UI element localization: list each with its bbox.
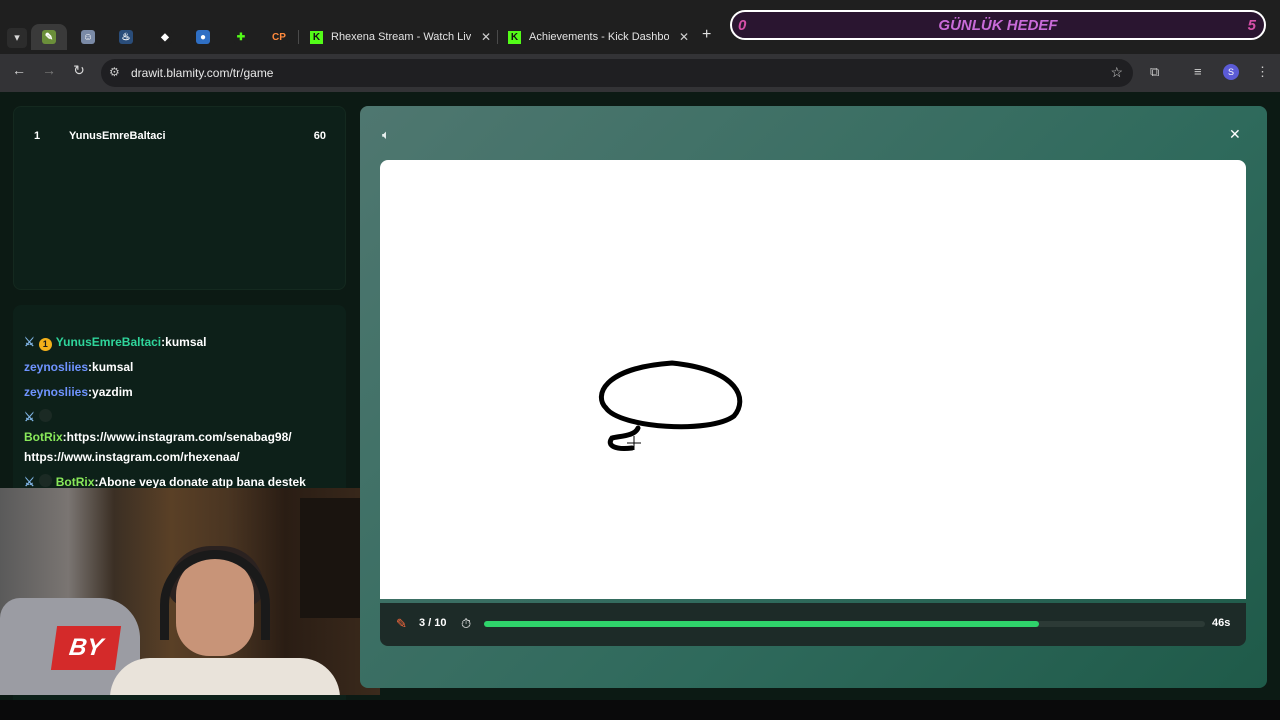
bot-badge-icon — [38, 474, 52, 487]
chat-username[interactable]: zeynosliies — [24, 360, 88, 374]
tab-achievements[interactable]: K Achievements - Kick Dashboard ✕ — [508, 24, 692, 50]
time-progress-bar — [484, 621, 1205, 627]
robot-icon: ● — [196, 30, 210, 44]
moderator-sword-icon: ⚔ — [24, 410, 35, 424]
new-tab-icon[interactable]: + — [702, 26, 711, 44]
leaderboard-rank: 1 — [34, 130, 41, 142]
stopwatch-icon: ⏱︎ — [461, 616, 472, 631]
webcam-overlay: BY — [0, 488, 380, 695]
drawing-strokes — [598, 360, 743, 451]
chat-link[interactable]: https://www.instagram.com/rhexenaa/ — [24, 450, 240, 464]
steam-icon: ♨ — [119, 30, 133, 44]
round-counter: 3 / 10 — [419, 617, 447, 629]
chat-message: BotRix:https://www.instagram.com/senabag… — [24, 427, 292, 467]
time-left: 46s — [1212, 617, 1231, 629]
reload-icon[interactable]: ↻ — [69, 62, 89, 79]
chat-username[interactable]: YunusEmreBaltaci — [56, 335, 161, 349]
tab-divider — [298, 30, 299, 44]
chat-text: Abone veya donate atıp bana destek — [98, 475, 306, 489]
pinned-tab-4[interactable]: ◆ — [147, 24, 183, 50]
bot-badge-icon — [38, 409, 52, 422]
site-info-icon[interactable]: ⚙ — [109, 65, 120, 79]
bookmark-star-icon[interactable]: ☆ — [1110, 64, 1123, 81]
cp-icon: CP — [270, 30, 288, 44]
close-icon[interactable]: ✕ — [1229, 126, 1241, 143]
address-bar[interactable]: ⚙ drawit.blamity.com/tr/game ☆ — [101, 59, 1133, 87]
chat-link[interactable]: https://www.instagram.com/senabag98/ — [67, 430, 292, 444]
close-tab-icon[interactable]: ✕ — [679, 30, 689, 44]
rank-badge: 1 — [38, 338, 52, 351]
media-control-icon[interactable]: ≡ — [1194, 64, 1202, 79]
chat-text: kumsal — [92, 360, 134, 374]
leaderboard-name: YunusEmreBaltaci — [69, 130, 166, 142]
leaderboard-panel: 1 YunusEmreBaltaci 60 — [13, 106, 346, 290]
menu-icon[interactable]: ⋮ — [1256, 64, 1269, 80]
moderator-sword-icon: ⚔ — [24, 475, 35, 489]
tab-rhexena-stream[interactable]: K Rhexena Stream - Watch Live o ✕ — [310, 24, 494, 50]
drawing-canvas[interactable] — [380, 160, 1246, 599]
pinned-tab-steam[interactable]: ♨ — [108, 24, 144, 50]
chat-message: zeynosliies:yazdim — [24, 382, 133, 402]
webcam-logo: BY — [50, 626, 122, 670]
chat-username[interactable]: BotRix — [56, 475, 95, 489]
cat-icon: ☺ — [81, 30, 95, 44]
chat-username[interactable]: BotRix — [24, 430, 63, 444]
tab-title: Achievements - Kick Dashboard — [529, 31, 669, 43]
goal-title: GÜNLÜK HEDEF — [938, 17, 1058, 34]
back-icon[interactable]: ← — [9, 62, 29, 78]
kick-icon: K — [310, 30, 323, 44]
puzzle-icon: ✚ — [234, 30, 248, 44]
diamond-icon: ◆ — [158, 30, 172, 44]
sound-icon[interactable]: 🔈︎ — [382, 127, 390, 143]
draw-icon: ✎ — [42, 30, 56, 44]
chat-message: ⚔ — [24, 407, 56, 427]
chat-message: ⚔ 1 YunusEmreBaltaci:kumsal — [24, 332, 207, 352]
extensions-icon[interactable]: ⧉ — [1150, 64, 1159, 80]
url-text: drawit.blamity.com/tr/game — [131, 66, 274, 80]
tab-search-icon[interactable]: ▾ — [7, 28, 27, 48]
close-tab-icon[interactable]: ✕ — [481, 30, 491, 44]
pencil-icon: ✎ — [396, 616, 407, 631]
forward-icon[interactable]: → — [39, 62, 59, 78]
daily-goal-overlay: 0 GÜNLÜK HEDEF 5 — [730, 10, 1266, 40]
pinned-tab-cp[interactable]: CP — [261, 24, 297, 50]
chat-text: kumsal — [165, 335, 207, 349]
goal-target: 5 — [1247, 17, 1256, 34]
webcam-shirt — [110, 658, 340, 695]
time-progress-fill — [484, 621, 1040, 627]
tab-divider — [497, 30, 498, 44]
tab-title: Rhexena Stream - Watch Live o — [331, 31, 471, 43]
moderator-sword-icon: ⚔ — [24, 335, 35, 349]
pinned-tab-2[interactable]: ☺ — [70, 24, 106, 50]
kick-icon: K — [508, 30, 521, 44]
profile-avatar[interactable]: S — [1223, 64, 1239, 80]
bottom-bar — [0, 700, 1280, 720]
pinned-tab-6[interactable]: ✚ — [223, 24, 259, 50]
chat-message: zeynosliies:kumsal — [24, 357, 133, 377]
chat-username[interactable]: zeynosliies — [24, 385, 88, 399]
pinned-tab-5[interactable]: ● — [185, 24, 221, 50]
chat-text: yazdim — [92, 385, 133, 399]
pinned-tab-drawit[interactable]: ✎ — [31, 24, 67, 50]
leaderboard-score: 60 — [313, 130, 326, 142]
